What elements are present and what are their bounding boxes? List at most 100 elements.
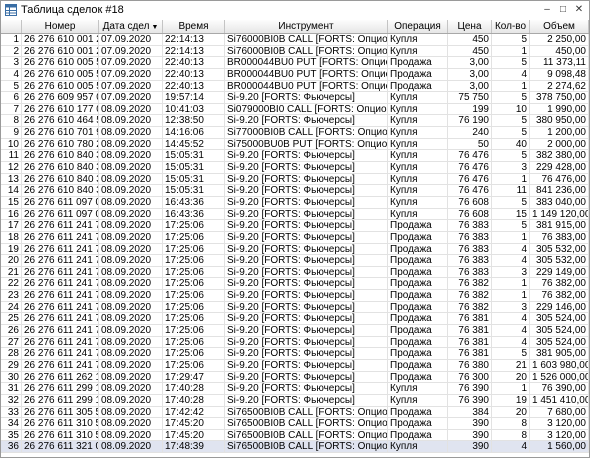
cell-trade-time: 17:25:06 bbox=[163, 231, 225, 243]
cell-instrument: Si-9.20 [FORTS: Фьючерсы] bbox=[225, 325, 388, 336]
cell-volume: 1 200,00 bbox=[530, 127, 589, 138]
cell-trade-date: 08.09.2020 bbox=[99, 336, 163, 348]
cell-trade-date: 08.09.2020 bbox=[99, 243, 163, 255]
cell-trade-date: 08.09.2020 bbox=[99, 255, 163, 266]
table-row[interactable]: 2826 276 611 241 79508.09.202017:25:06Si… bbox=[1, 348, 589, 360]
header-quantity[interactable]: Кол-во bbox=[492, 20, 530, 33]
title-bar[interactable]: Таблица сделок #18 ‒ □ ✕ bbox=[1, 1, 589, 21]
cell-trade-number: 26 276 611 241 784 bbox=[22, 220, 99, 231]
cell-trade-time: 12:38:50 bbox=[163, 115, 225, 127]
cell-price: 76 476 bbox=[448, 150, 492, 162]
cell-trade-time: 17:25:06 bbox=[163, 290, 225, 301]
table-row[interactable]: 1426 276 610 840 35908.09.202015:05:31Si… bbox=[1, 185, 589, 197]
table-row[interactable]: 3226 276 611 299 16708.09.202017:40:28Si… bbox=[1, 394, 589, 407]
close-button[interactable]: ✕ bbox=[571, 2, 587, 18]
cell-quantity: 5 bbox=[492, 196, 530, 208]
cell-trade-date: 07.09.2020 bbox=[99, 45, 163, 57]
cell-operation: Продажа bbox=[388, 243, 448, 255]
cell-row-index: 6 bbox=[1, 92, 22, 103]
trades-grid[interactable]: Номер Дата сдел ▼ Время Инструмент Операц… bbox=[1, 20, 589, 454]
header-row-number[interactable] bbox=[1, 20, 22, 33]
table-row[interactable]: 2426 276 611 241 79108.09.202017:25:06Si… bbox=[1, 301, 589, 314]
table-row[interactable]: 326 276 610 005 56107.09.202022:40:13BR0… bbox=[1, 57, 589, 69]
table-row[interactable]: 3426 276 611 310 55108.09.202017:45:20Si… bbox=[1, 418, 589, 430]
cell-instrument: Si-9.20 [FORTS: Фьючерсы] bbox=[225, 92, 388, 103]
table-row[interactable]: 1726 276 611 241 78408.09.202017:25:06Si… bbox=[1, 220, 589, 232]
cell-trade-date: 08.09.2020 bbox=[99, 208, 163, 220]
cell-trade-number: 26 276 610 001 262 bbox=[22, 34, 99, 45]
header-volume[interactable]: Объем bbox=[530, 20, 589, 33]
cell-trade-number: 26 276 611 241 785 bbox=[22, 231, 99, 243]
cell-row-index: 8 bbox=[1, 115, 22, 127]
cell-price: 199 bbox=[448, 103, 492, 115]
table-row[interactable]: 3326 276 611 305 57908.09.202017:42:42Si… bbox=[1, 406, 589, 419]
maximize-button[interactable]: □ bbox=[555, 2, 571, 18]
cell-instrument: Si-9.20 [FORTS: Фьючерсы] bbox=[225, 185, 388, 196]
table-row[interactable]: 526 276 610 005 57407.09.202022:40:13BR0… bbox=[1, 80, 589, 93]
table-row[interactable]: 1626 276 611 097 05808.09.202016:43:36Si… bbox=[1, 208, 589, 221]
cell-trade-time: 17:45:20 bbox=[163, 418, 225, 429]
cell-trade-date: 08.09.2020 bbox=[99, 220, 163, 231]
cell-trade-number: 26 276 611 241 788 bbox=[22, 266, 99, 278]
cell-quantity: 19 bbox=[492, 394, 530, 406]
table-row[interactable]: 2926 276 611 241 79608.09.202017:25:06Si… bbox=[1, 359, 589, 372]
cell-row-index: 3 bbox=[1, 57, 22, 68]
cell-operation: Купля bbox=[388, 127, 448, 138]
cell-price: 76 608 bbox=[448, 208, 492, 220]
cell-volume: 9 098,48 bbox=[530, 68, 589, 80]
cell-trade-number: 26 276 611 241 796 bbox=[22, 359, 99, 371]
cell-row-index: 32 bbox=[1, 394, 22, 406]
header-number[interactable]: Номер bbox=[22, 20, 99, 33]
header-time[interactable]: Время bbox=[163, 20, 225, 33]
table-row[interactable]: 2326 276 611 241 79008.09.202017:25:06Si… bbox=[1, 290, 589, 302]
header-instrument[interactable]: Инструмент bbox=[225, 20, 388, 33]
cell-volume: 381 905,00 bbox=[530, 348, 589, 359]
cell-volume: 305 524,00 bbox=[530, 336, 589, 348]
header-date[interactable]: Дата сдел ▼ bbox=[99, 20, 163, 33]
table-row[interactable]: 3026 276 611 262 14008.09.202017:29:47Si… bbox=[1, 371, 589, 384]
table-row[interactable]: 2226 276 611 241 78908.09.202017:25:06Si… bbox=[1, 278, 589, 291]
table-row[interactable]: 1926 276 611 241 78608.09.202017:25:06Si… bbox=[1, 243, 589, 256]
table-row[interactable]: 226 276 610 001 26307.09.202022:14:13Si7… bbox=[1, 45, 589, 58]
table-row[interactable]: 926 276 610 701 92508.09.202014:16:06Si7… bbox=[1, 127, 589, 139]
cell-row-index: 35 bbox=[1, 429, 22, 441]
cell-trade-date: 08.09.2020 bbox=[99, 394, 163, 406]
table-row[interactable]: 626 276 609 957 04107.09.202019:57:14Si-… bbox=[1, 92, 589, 104]
table-row[interactable]: 3526 276 611 310 55208.09.202017:45:20Si… bbox=[1, 429, 589, 442]
table-row[interactable]: 426 276 610 005 56607.09.202022:40:13BR0… bbox=[1, 68, 589, 81]
cell-trade-date: 08.09.2020 bbox=[99, 138, 163, 150]
table-row[interactable]: 726 276 610 177 08708.09.202010:41:03Si0… bbox=[1, 103, 589, 116]
table-row[interactable]: 1326 276 610 840 35808.09.202015:05:31Si… bbox=[1, 173, 589, 186]
table-row[interactable]: 126 276 610 001 26207.09.202022:14:13Si7… bbox=[1, 34, 589, 46]
cell-instrument: Si-9.20 [FORTS: Фьючерсы] bbox=[225, 255, 388, 266]
table-row[interactable]: 3126 276 611 299 16408.09.202017:40:28Si… bbox=[1, 383, 589, 395]
cell-trade-number: 26 276 611 097 058 bbox=[22, 208, 99, 220]
table-row[interactable]: 2726 276 611 241 79408.09.202017:25:06Si… bbox=[1, 336, 589, 349]
cell-row-index: 17 bbox=[1, 220, 22, 231]
cell-operation: Купля bbox=[388, 162, 448, 173]
table-row[interactable]: 826 276 610 464 56308.09.202012:38:50Si-… bbox=[1, 115, 589, 128]
table-row[interactable]: 1226 276 610 840 35708.09.202015:05:31Si… bbox=[1, 162, 589, 174]
table-row[interactable]: 1126 276 610 840 35608.09.202015:05:31Si… bbox=[1, 150, 589, 163]
table-row[interactable]: 1826 276 611 241 78508.09.202017:25:06Si… bbox=[1, 231, 589, 244]
table-row[interactable]: 3626 276 611 321 05708.09.202017:48:39Si… bbox=[1, 441, 589, 454]
cell-operation: Продажа bbox=[388, 301, 448, 313]
cell-trade-date: 08.09.2020 bbox=[99, 441, 163, 453]
table-row[interactable]: 1526 276 611 097 05708.09.202016:43:36Si… bbox=[1, 196, 589, 209]
header-operation[interactable]: Операция bbox=[388, 20, 448, 33]
minimize-button[interactable]: ‒ bbox=[539, 2, 555, 18]
cell-trade-number: 26 276 610 840 356 bbox=[22, 150, 99, 162]
table-row[interactable]: 2526 276 611 241 79208.09.202017:25:06Si… bbox=[1, 313, 589, 326]
cell-instrument: Si-9.20 [FORTS: Фьючерсы] bbox=[225, 220, 388, 231]
cell-operation: Продажа bbox=[388, 429, 448, 441]
cell-trade-time: 17:25:06 bbox=[163, 255, 225, 266]
cell-operation: Продажа bbox=[388, 80, 448, 92]
cell-trade-date: 08.09.2020 bbox=[99, 290, 163, 301]
table-row[interactable]: 2026 276 611 241 78708.09.202017:25:06Si… bbox=[1, 255, 589, 267]
header-price[interactable]: Цена bbox=[448, 20, 492, 33]
table-row[interactable]: 1026 276 610 780 24608.09.202014:45:52Si… bbox=[1, 138, 589, 151]
table-row[interactable]: 2626 276 611 241 79308.09.202017:25:06Si… bbox=[1, 325, 589, 337]
cell-row-index: 29 bbox=[1, 359, 22, 371]
table-row[interactable]: 2126 276 611 241 78808.09.202017:25:06Si… bbox=[1, 266, 589, 279]
cell-instrument: Si-9.20 [FORTS: Фьючерсы] bbox=[225, 313, 388, 325]
